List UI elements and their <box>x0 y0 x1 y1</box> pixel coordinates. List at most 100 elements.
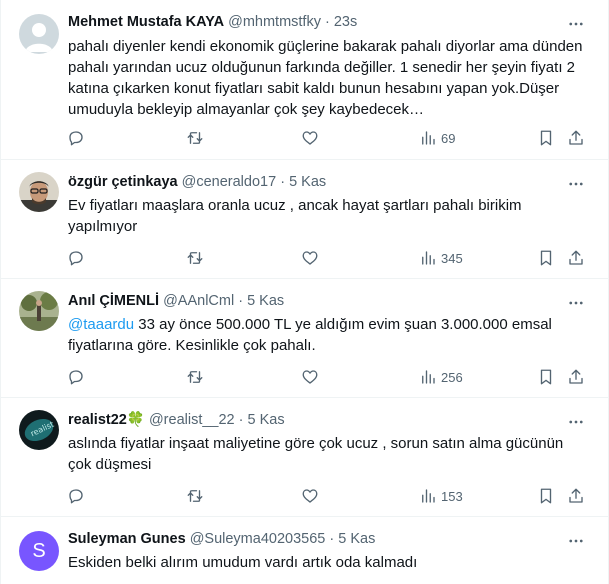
like-button[interactable] <box>301 248 319 268</box>
like-button[interactable] <box>301 128 319 148</box>
tweet-text: Eskiden belki alırım umudum vardı artık … <box>68 552 588 573</box>
tweet[interactable]: Mehmet Mustafa KAYA @mhmtmstfky · 23s pa… <box>1 0 608 160</box>
user-name[interactable]: Suleyman Gunes <box>68 531 186 547</box>
tweet-actions: 345 <box>1 248 608 268</box>
clover-emoji: 🍀 <box>126 412 145 428</box>
bookmark-button[interactable] <box>537 367 555 387</box>
tweet-header: Anıl ÇİMENLİ @AAnlCml · 5 Kas <box>68 291 568 311</box>
retweet-icon <box>187 132 203 144</box>
user-handle[interactable]: @realist__22 <box>149 412 235 428</box>
heart-icon <box>302 251 318 265</box>
views-count: 345 <box>441 250 463 266</box>
share-button[interactable] <box>567 248 585 268</box>
reply-button[interactable] <box>67 248 85 268</box>
tweet-header: özgür çetinkaya @ceneraldo17 · 5 Kas <box>68 172 568 192</box>
like-button[interactable] <box>301 486 319 506</box>
user-name[interactable]: Anıl ÇİMENLİ <box>68 293 159 309</box>
tweet[interactable]: özgür çetinkaya @ceneraldo17 · 5 Kas Ev … <box>1 160 608 279</box>
user-handle[interactable]: @ceneraldo17 <box>182 174 277 190</box>
reply-button[interactable] <box>67 128 85 148</box>
user-handle[interactable]: @Suleyma40203565 <box>190 531 326 547</box>
retweet-button[interactable] <box>186 486 204 506</box>
user-name[interactable]: realist22 <box>68 412 127 428</box>
share-button[interactable] <box>567 486 585 506</box>
user-handle[interactable]: @AAnlCml <box>163 293 234 309</box>
analytics-icon <box>422 370 435 384</box>
bookmark-button[interactable] <box>537 486 555 506</box>
reply-feed: Mehmet Mustafa KAYA @mhmtmstfky · 23s pa… <box>0 0 609 584</box>
tweet[interactable]: Anıl ÇİMENLİ @AAnlCml · 5 Kas @taaardu 3… <box>1 279 608 398</box>
views-button[interactable]: 345 <box>419 248 463 268</box>
tweet-actions: 256 <box>1 367 608 387</box>
tweet-body: 33 ay önce 500.000 TL ye aldığım evim şu… <box>68 316 552 354</box>
reply-button[interactable] <box>67 367 85 387</box>
tweet-text: Ev fiyatları maaşlara oranla ucuz , anca… <box>68 195 588 237</box>
share-button[interactable] <box>567 367 585 387</box>
share-icon <box>569 130 583 145</box>
views-count: 256 <box>441 369 463 385</box>
views-button[interactable]: 69 <box>419 128 455 148</box>
separator: · <box>329 531 335 547</box>
user-name[interactable]: özgür çetinkaya <box>68 174 178 190</box>
share-icon <box>569 488 583 503</box>
analytics-icon <box>422 131 435 145</box>
heart-icon <box>302 370 318 384</box>
analytics-icon <box>422 489 435 503</box>
retweet-icon <box>187 371 203 383</box>
retweet-icon <box>187 490 203 502</box>
share-icon <box>569 369 583 384</box>
user-avatar[interactable] <box>19 172 59 212</box>
views-button[interactable]: 256 <box>419 367 463 387</box>
bookmark-icon <box>540 488 552 504</box>
heart-icon <box>302 489 318 503</box>
reply-icon <box>69 489 83 504</box>
timestamp[interactable]: 5 Kas <box>289 174 326 190</box>
bookmark-button[interactable] <box>537 248 555 268</box>
separator: · <box>238 293 244 309</box>
user-handle[interactable]: @mhmtmstfky <box>228 14 321 30</box>
views-button[interactable]: 153 <box>419 486 463 506</box>
more-options-icon[interactable] <box>566 14 586 34</box>
tweet-text: @taaardu 33 ay önce 500.000 TL ye aldığı… <box>68 314 588 356</box>
bookmark-icon <box>540 369 552 385</box>
tweet-actions: 153 <box>1 486 608 506</box>
reply-button[interactable] <box>67 486 85 506</box>
tweet[interactable]: realist realist22🍀 @realist__22 · 5 Kas … <box>1 398 608 517</box>
tweet-body: Eskiden belki alırım umudum vardı artık … <box>68 554 418 571</box>
separator: · <box>280 174 286 190</box>
user-avatar[interactable]: realist <box>19 410 59 450</box>
tweet-body: aslında fiyatlar inşaat maliyetine göre … <box>68 435 564 473</box>
tweet-header: realist22🍀 @realist__22 · 5 Kas <box>68 410 568 430</box>
user-avatar[interactable] <box>19 291 59 331</box>
timestamp[interactable]: 5 Kas <box>248 412 285 428</box>
tweet[interactable]: S Suleyman Gunes @Suleyma40203565 · 5 Ka… <box>1 517 608 584</box>
tweet-body: Ev fiyatları maaşlara oranla ucuz , anca… <box>68 197 522 235</box>
more-options-icon[interactable] <box>566 531 586 551</box>
retweet-button[interactable] <box>186 128 204 148</box>
bookmark-button[interactable] <box>537 128 555 148</box>
separator: · <box>324 14 330 30</box>
user-avatar[interactable]: S <box>19 531 59 571</box>
mention-link[interactable]: @taaardu <box>68 316 134 333</box>
retweet-button[interactable] <box>186 367 204 387</box>
more-options-icon[interactable] <box>566 293 586 313</box>
reply-icon <box>69 251 83 266</box>
bookmark-icon <box>540 250 552 266</box>
timestamp[interactable]: 23s <box>334 14 357 30</box>
more-options-icon[interactable] <box>566 412 586 432</box>
views-count: 153 <box>441 488 463 504</box>
tweet-text: pahalı diyenler kendi ekonomik güçlerine… <box>68 36 588 120</box>
like-button[interactable] <box>301 367 319 387</box>
timestamp[interactable]: 5 Kas <box>247 293 284 309</box>
share-button[interactable] <box>567 128 585 148</box>
share-icon <box>569 250 583 265</box>
separator: · <box>238 412 244 428</box>
bookmark-icon <box>540 130 552 146</box>
default-avatar-icon[interactable] <box>19 14 59 54</box>
more-options-icon[interactable] <box>566 174 586 194</box>
reply-icon <box>69 131 83 146</box>
retweet-button[interactable] <box>186 248 204 268</box>
timestamp[interactable]: 5 Kas <box>338 531 375 547</box>
views-count: 69 <box>441 130 456 146</box>
user-name[interactable]: Mehmet Mustafa KAYA <box>68 14 224 30</box>
